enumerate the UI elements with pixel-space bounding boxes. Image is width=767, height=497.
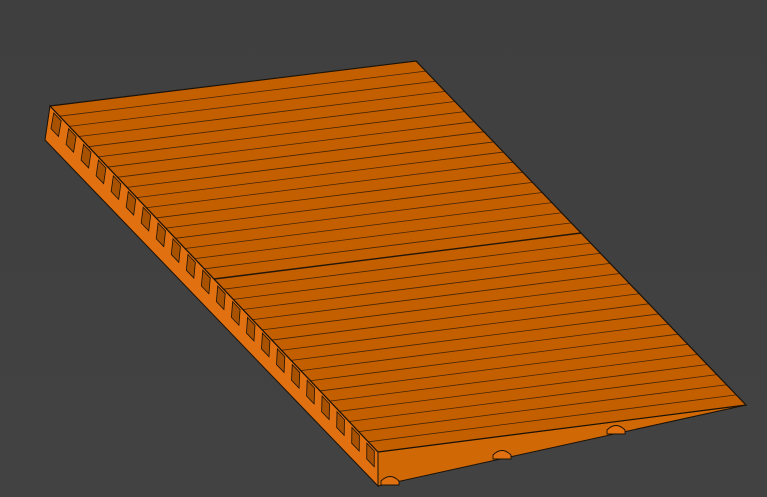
- ramp-scene[interactable]: [0, 0, 767, 497]
- 3d-viewport[interactable]: [0, 0, 767, 497]
